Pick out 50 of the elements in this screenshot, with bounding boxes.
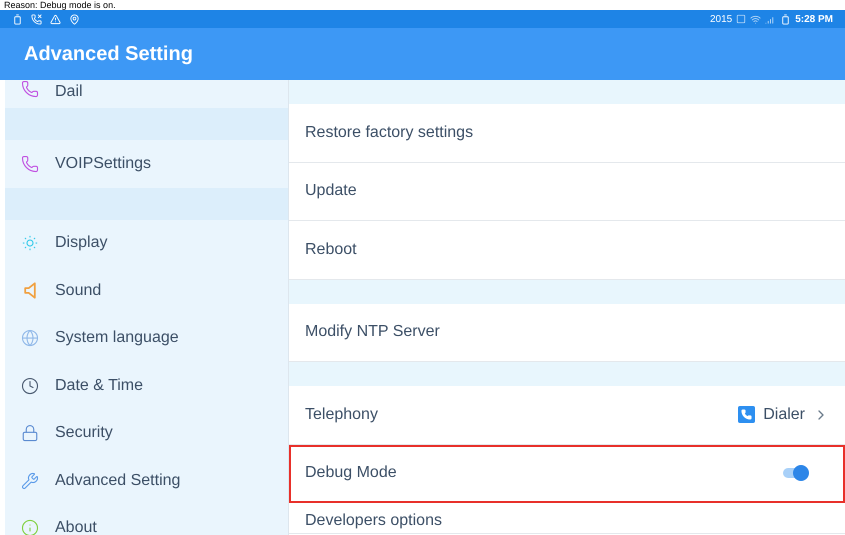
setting-label: Modify NTP Server: [305, 322, 440, 342]
setting-label: Reboot: [305, 240, 357, 260]
info-icon: [21, 519, 39, 535]
battery-icon: [780, 14, 792, 24]
warning-icon: [50, 14, 61, 24]
sidebar-item[interactable]: Sound: [5, 267, 288, 314]
sidebar-label: Display: [55, 233, 108, 254]
sidebar-item[interactable]: VOIPSettings: [5, 140, 288, 188]
phone-icon: [21, 154, 39, 173]
sidebar-label: Sound: [55, 280, 102, 301]
clock-icon: [21, 376, 39, 395]
wrench-icon: [21, 472, 39, 490]
missed-call-icon: [31, 14, 42, 24]
setting-value: Dialer: [763, 404, 805, 425]
caption-text: Reason: Debug mode is on.: [4, 0, 116, 10]
sidebar-label: About: [55, 518, 97, 535]
setting-label: Update: [305, 181, 357, 202]
sidebar-item[interactable]: Advanced Setting: [5, 457, 288, 504]
setting-label: Developers options: [305, 511, 442, 531]
settings-row[interactable]: Debug Mode: [289, 444, 845, 503]
wifi-icon: [750, 14, 762, 24]
sidebar-label: System language: [55, 328, 179, 348]
speaker-icon: [24, 282, 36, 300]
sidebar-item[interactable]: Security: [5, 410, 288, 457]
setting-label: Telephony: [305, 404, 378, 425]
globe-icon: [21, 329, 39, 348]
battery-icon: [12, 14, 23, 24]
sidebar-item[interactable]: Dail: [5, 80, 288, 108]
sidebar-item[interactable]: System language: [5, 314, 288, 362]
status-time: 5:28 PM: [795, 12, 833, 26]
sidebar-label: Advanced Setting: [55, 470, 180, 491]
status-number: 2015: [710, 12, 732, 26]
lock-icon: [21, 424, 39, 442]
sidebar-label: Date & Time: [55, 376, 144, 396]
sidebar-label: Dail: [55, 82, 83, 102]
settings-row[interactable]: Update: [289, 162, 845, 221]
phone-icon: [21, 80, 39, 98]
setting-label: Debug Mode: [305, 463, 397, 484]
sidebar-item[interactable]: Date & Time: [5, 362, 288, 410]
sidebar-label: Security: [55, 423, 113, 444]
sidebar-item[interactable]: About: [5, 504, 288, 535]
app-bar-title: Advanced Setting: [24, 42, 193, 67]
square-icon: [736, 14, 746, 24]
sun-icon: [21, 234, 39, 252]
dialer-app-icon: [738, 406, 756, 424]
sidebar-label: VOIPSettings: [55, 154, 152, 174]
setting-label: Restore factory settings: [305, 122, 474, 143]
pin-icon: [69, 14, 80, 24]
sidebar-item[interactable]: Display: [5, 220, 288, 267]
settings-row[interactable]: Modify NTP Server: [289, 304, 845, 362]
